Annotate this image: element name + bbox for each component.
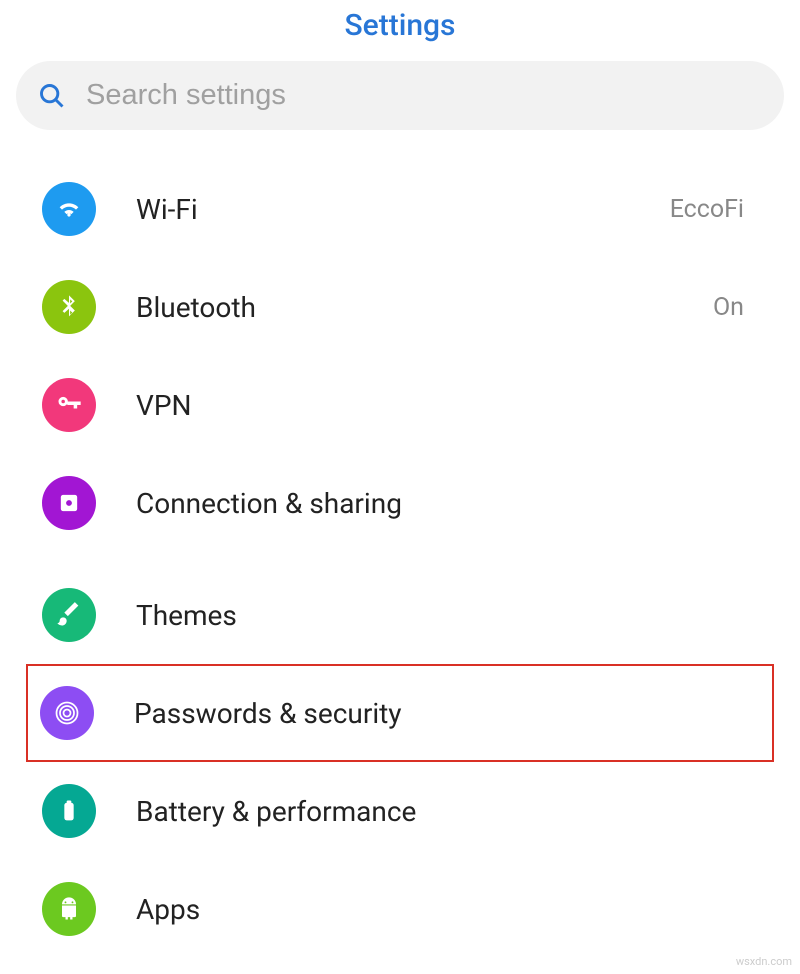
settings-item-battery[interactable]: Battery & performance <box>28 762 772 860</box>
settings-item-label: Connection & sharing <box>136 487 758 520</box>
fingerprint-icon <box>40 686 94 740</box>
settings-list: Wi-Fi EccoFi Bluetooth On VPN Connection… <box>0 160 800 958</box>
settings-item-value: On <box>713 293 744 322</box>
settings-item-label: VPN <box>136 389 758 422</box>
key-icon <box>42 378 96 432</box>
search-input[interactable] <box>86 79 762 112</box>
page-title: Settings <box>0 8 800 43</box>
settings-item-label: Apps <box>136 893 758 926</box>
android-icon <box>42 882 96 936</box>
settings-item-label: Themes <box>136 599 758 632</box>
settings-item-bluetooth[interactable]: Bluetooth On <box>28 258 772 356</box>
settings-item-label: Passwords & security <box>134 697 760 730</box>
brush-icon <box>42 588 96 642</box>
header: Settings <box>0 0 800 61</box>
battery-icon <box>42 784 96 838</box>
settings-item-value: EccoFi <box>670 195 744 224</box>
gear-icon <box>42 476 96 530</box>
settings-item-label: Bluetooth <box>136 291 713 324</box>
settings-item-label: Wi-Fi <box>136 193 670 226</box>
settings-item-themes[interactable]: Themes <box>28 566 772 664</box>
settings-item-vpn[interactable]: VPN <box>28 356 772 454</box>
settings-item-connection[interactable]: Connection & sharing <box>28 454 772 552</box>
search-bar[interactable] <box>16 61 784 130</box>
bluetooth-icon <box>42 280 96 334</box>
settings-item-wifi[interactable]: Wi-Fi EccoFi <box>28 160 772 258</box>
settings-item-apps[interactable]: Apps <box>28 860 772 958</box>
settings-item-label: Battery & performance <box>136 795 758 828</box>
settings-item-passwords[interactable]: Passwords & security <box>26 664 774 762</box>
search-icon <box>38 82 66 110</box>
wifi-icon <box>42 182 96 236</box>
watermark: wsxdn.com <box>736 955 792 968</box>
